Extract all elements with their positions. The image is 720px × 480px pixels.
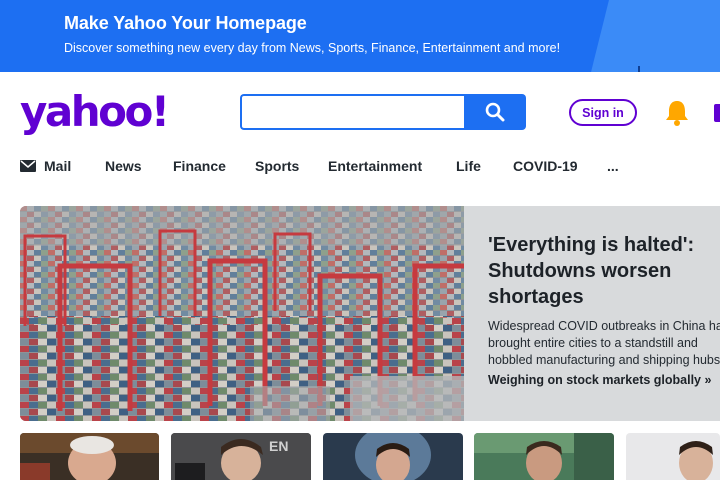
nav-item-covid-19[interactable]: COVID-19: [513, 158, 578, 174]
story-thumbnail[interactable]: EN: [171, 433, 311, 480]
hero-text-panel: 'Everything is halted': Shutdowns worsen…: [464, 206, 720, 421]
hero-description: Widespread COVID outbreaks in China have…: [488, 318, 720, 369]
nav-item-label: Mail: [44, 158, 72, 174]
nav-item-finance[interactable]: Finance: [173, 158, 226, 174]
story-thumbnail[interactable]: [626, 433, 720, 480]
story-thumbnail[interactable]: [474, 433, 614, 480]
promo-decoration: [591, 0, 720, 72]
hero-description-line: hobbled manufacturing and shipping hubs.…: [488, 353, 720, 367]
homepage-promo-banner[interactable]: Make Yahoo Your Homepage Discover someth…: [0, 0, 720, 72]
notifications-bell-icon[interactable]: [664, 99, 690, 127]
mail-icon-partial[interactable]: [714, 104, 720, 122]
story-thumbnail[interactable]: [323, 433, 463, 480]
hero-image-shipping-port[interactable]: [20, 206, 464, 421]
promo-title[interactable]: Make Yahoo Your Homepage: [64, 13, 307, 34]
search-input[interactable]: [240, 94, 465, 130]
mail-icon: [20, 160, 36, 172]
nav-item-sports[interactable]: Sports: [255, 158, 299, 174]
search-bar: [240, 94, 526, 130]
story-thumbnail[interactable]: [20, 433, 159, 480]
nav-item-more[interactable]: ...: [607, 158, 619, 174]
nav-item-mail[interactable]: Mail: [20, 158, 71, 174]
hero-headline[interactable]: 'Everything is halted': Shutdowns worsen…: [488, 232, 718, 310]
hero-story[interactable]: 'Everything is halted': Shutdowns worsen…: [20, 206, 720, 421]
yahoo-logo[interactable]: yahoo!: [20, 87, 188, 142]
search-icon: [485, 102, 505, 122]
svg-text:yahoo!: yahoo!: [20, 92, 167, 136]
hero-description-line: Widespread COVID outbreaks in China have: [488, 319, 720, 333]
promo-subtitle: Discover something new every day from Ne…: [64, 41, 561, 55]
hero-related-link[interactable]: Weighing on stock markets globally »: [488, 373, 720, 387]
sign-in-button[interactable]: Sign in: [569, 99, 637, 126]
promo-decoration-tick: [638, 66, 640, 72]
nav-item-entertainment[interactable]: Entertainment: [328, 158, 422, 174]
svg-text:EN: EN: [269, 438, 288, 454]
nav-item-news[interactable]: News: [105, 158, 142, 174]
nav-item-life[interactable]: Life: [456, 158, 481, 174]
main-navigation: Mail News Finance Sports Entertainment L…: [20, 158, 720, 178]
search-button[interactable]: [464, 94, 526, 130]
hero-description-line: brought entire cities to a standstill an…: [488, 336, 698, 350]
